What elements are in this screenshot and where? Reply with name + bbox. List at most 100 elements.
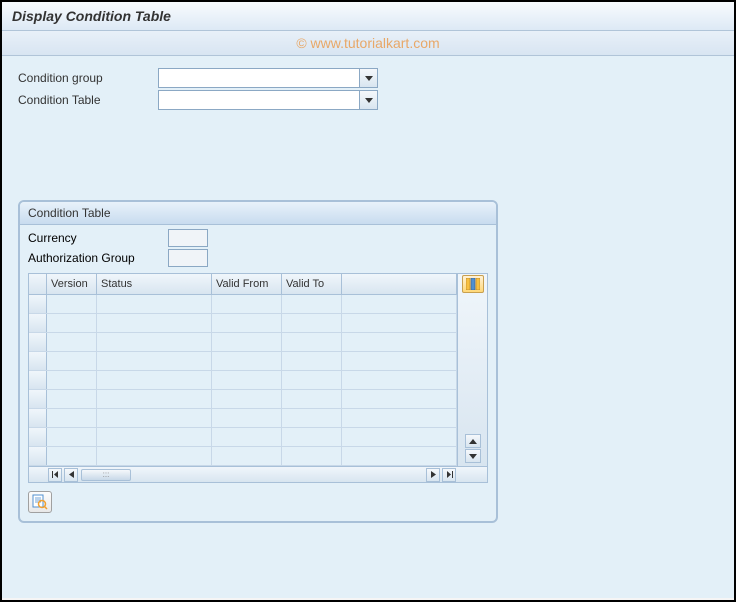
scroll-last-icon[interactable]	[442, 468, 456, 482]
auth-group-label: Authorization Group	[28, 251, 168, 265]
row-selector[interactable]	[29, 409, 47, 427]
cell-status[interactable]	[97, 447, 212, 465]
cell-filler	[342, 447, 457, 465]
table-row[interactable]	[29, 371, 457, 390]
cell-valid-from[interactable]	[212, 390, 282, 408]
row-selector[interactable]	[29, 447, 47, 465]
cell-valid-to[interactable]	[282, 314, 342, 332]
auth-group-input[interactable]	[168, 249, 208, 267]
auth-group-row: Authorization Group	[28, 249, 488, 267]
table-row[interactable]	[29, 428, 457, 447]
condition-group-dropdown[interactable]	[158, 68, 378, 88]
cell-status[interactable]	[97, 428, 212, 446]
cell-version[interactable]	[47, 352, 97, 370]
scroll-first-icon[interactable]	[48, 468, 62, 482]
col-filler	[342, 274, 457, 294]
scroll-down-icon[interactable]	[465, 449, 481, 463]
cell-status[interactable]	[97, 371, 212, 389]
cell-valid-from[interactable]	[212, 295, 282, 313]
scroll-left-icon[interactable]	[64, 468, 78, 482]
table-row[interactable]	[29, 409, 457, 428]
grid-right-panel	[457, 274, 487, 466]
vertical-scrollbar[interactable]	[465, 296, 481, 464]
condition-table-label: Condition Table	[18, 90, 158, 110]
row-selector-header[interactable]	[29, 274, 47, 294]
scroll-right-icon[interactable]	[426, 468, 440, 482]
row-selector[interactable]	[29, 352, 47, 370]
cell-filler	[342, 371, 457, 389]
cell-valid-from[interactable]	[212, 447, 282, 465]
col-status[interactable]: Status	[97, 274, 212, 294]
cell-status[interactable]	[97, 352, 212, 370]
condition-group-row: Condition group	[18, 68, 718, 88]
cell-valid-to[interactable]	[282, 428, 342, 446]
cell-filler	[342, 390, 457, 408]
cell-valid-from[interactable]	[212, 428, 282, 446]
cell-status[interactable]	[97, 295, 212, 313]
col-valid-to[interactable]: Valid To	[282, 274, 342, 294]
row-selector[interactable]	[29, 371, 47, 389]
row-selector[interactable]	[29, 295, 47, 313]
cell-filler	[342, 295, 457, 313]
cell-valid-to[interactable]	[282, 295, 342, 313]
row-selector[interactable]	[29, 333, 47, 351]
cell-status[interactable]	[97, 409, 212, 427]
cell-valid-from[interactable]	[212, 314, 282, 332]
hscroll-thumb[interactable]: :::	[81, 469, 131, 481]
table-row[interactable]	[29, 314, 457, 333]
cell-valid-from[interactable]	[212, 352, 282, 370]
cell-valid-from[interactable]	[212, 333, 282, 351]
grid-body	[29, 295, 457, 466]
cell-valid-from[interactable]	[212, 409, 282, 427]
row-selector[interactable]	[29, 314, 47, 332]
scroll-up-icon[interactable]	[465, 434, 481, 448]
cell-version[interactable]	[47, 409, 97, 427]
condition-table-panel: Condition Table Currency Authorization G…	[18, 200, 498, 523]
cell-valid-to[interactable]	[282, 352, 342, 370]
table-row[interactable]	[29, 352, 457, 371]
cell-status[interactable]	[97, 333, 212, 351]
table-row[interactable]	[29, 390, 457, 409]
cell-version[interactable]	[47, 333, 97, 351]
cell-filler	[342, 333, 457, 351]
table-row[interactable]	[29, 333, 457, 352]
chevron-down-icon[interactable]	[359, 69, 377, 87]
details-button[interactable]	[28, 491, 52, 513]
row-selector[interactable]	[29, 428, 47, 446]
col-version[interactable]: Version	[47, 274, 97, 294]
watermark: © www.tutorialkart.com	[2, 31, 734, 56]
row-selector[interactable]	[29, 390, 47, 408]
cell-valid-to[interactable]	[282, 371, 342, 389]
currency-input[interactable]	[168, 229, 208, 247]
cell-status[interactable]	[97, 390, 212, 408]
cell-valid-to[interactable]	[282, 447, 342, 465]
cell-valid-to[interactable]	[282, 409, 342, 427]
cell-valid-to[interactable]	[282, 390, 342, 408]
table-row[interactable]	[29, 295, 457, 314]
panel-title: Condition Table	[20, 202, 496, 225]
condition-table-dropdown[interactable]	[158, 90, 378, 110]
grid-header: Version Status Valid From Valid To	[29, 274, 457, 295]
cell-filler	[342, 409, 457, 427]
table-row[interactable]	[29, 447, 457, 466]
cell-version[interactable]	[47, 314, 97, 332]
cell-valid-to[interactable]	[282, 333, 342, 351]
cell-filler	[342, 314, 457, 332]
page-title: Display Condition Table	[2, 2, 734, 31]
cell-filler	[342, 428, 457, 446]
cell-filler	[342, 352, 457, 370]
currency-row: Currency	[28, 229, 488, 247]
horizontal-scrollbar[interactable]: :::	[29, 466, 487, 482]
chevron-down-icon[interactable]	[359, 91, 377, 109]
table-settings-button[interactable]	[462, 275, 484, 293]
cell-version[interactable]	[47, 390, 97, 408]
currency-label: Currency	[28, 231, 168, 245]
col-valid-from[interactable]: Valid From	[212, 274, 282, 294]
cell-version[interactable]	[47, 371, 97, 389]
cell-status[interactable]	[97, 314, 212, 332]
cell-version[interactable]	[47, 447, 97, 465]
content-area: Condition group Condition Table Conditio…	[2, 56, 734, 598]
cell-version[interactable]	[47, 295, 97, 313]
cell-version[interactable]	[47, 428, 97, 446]
cell-valid-from[interactable]	[212, 371, 282, 389]
